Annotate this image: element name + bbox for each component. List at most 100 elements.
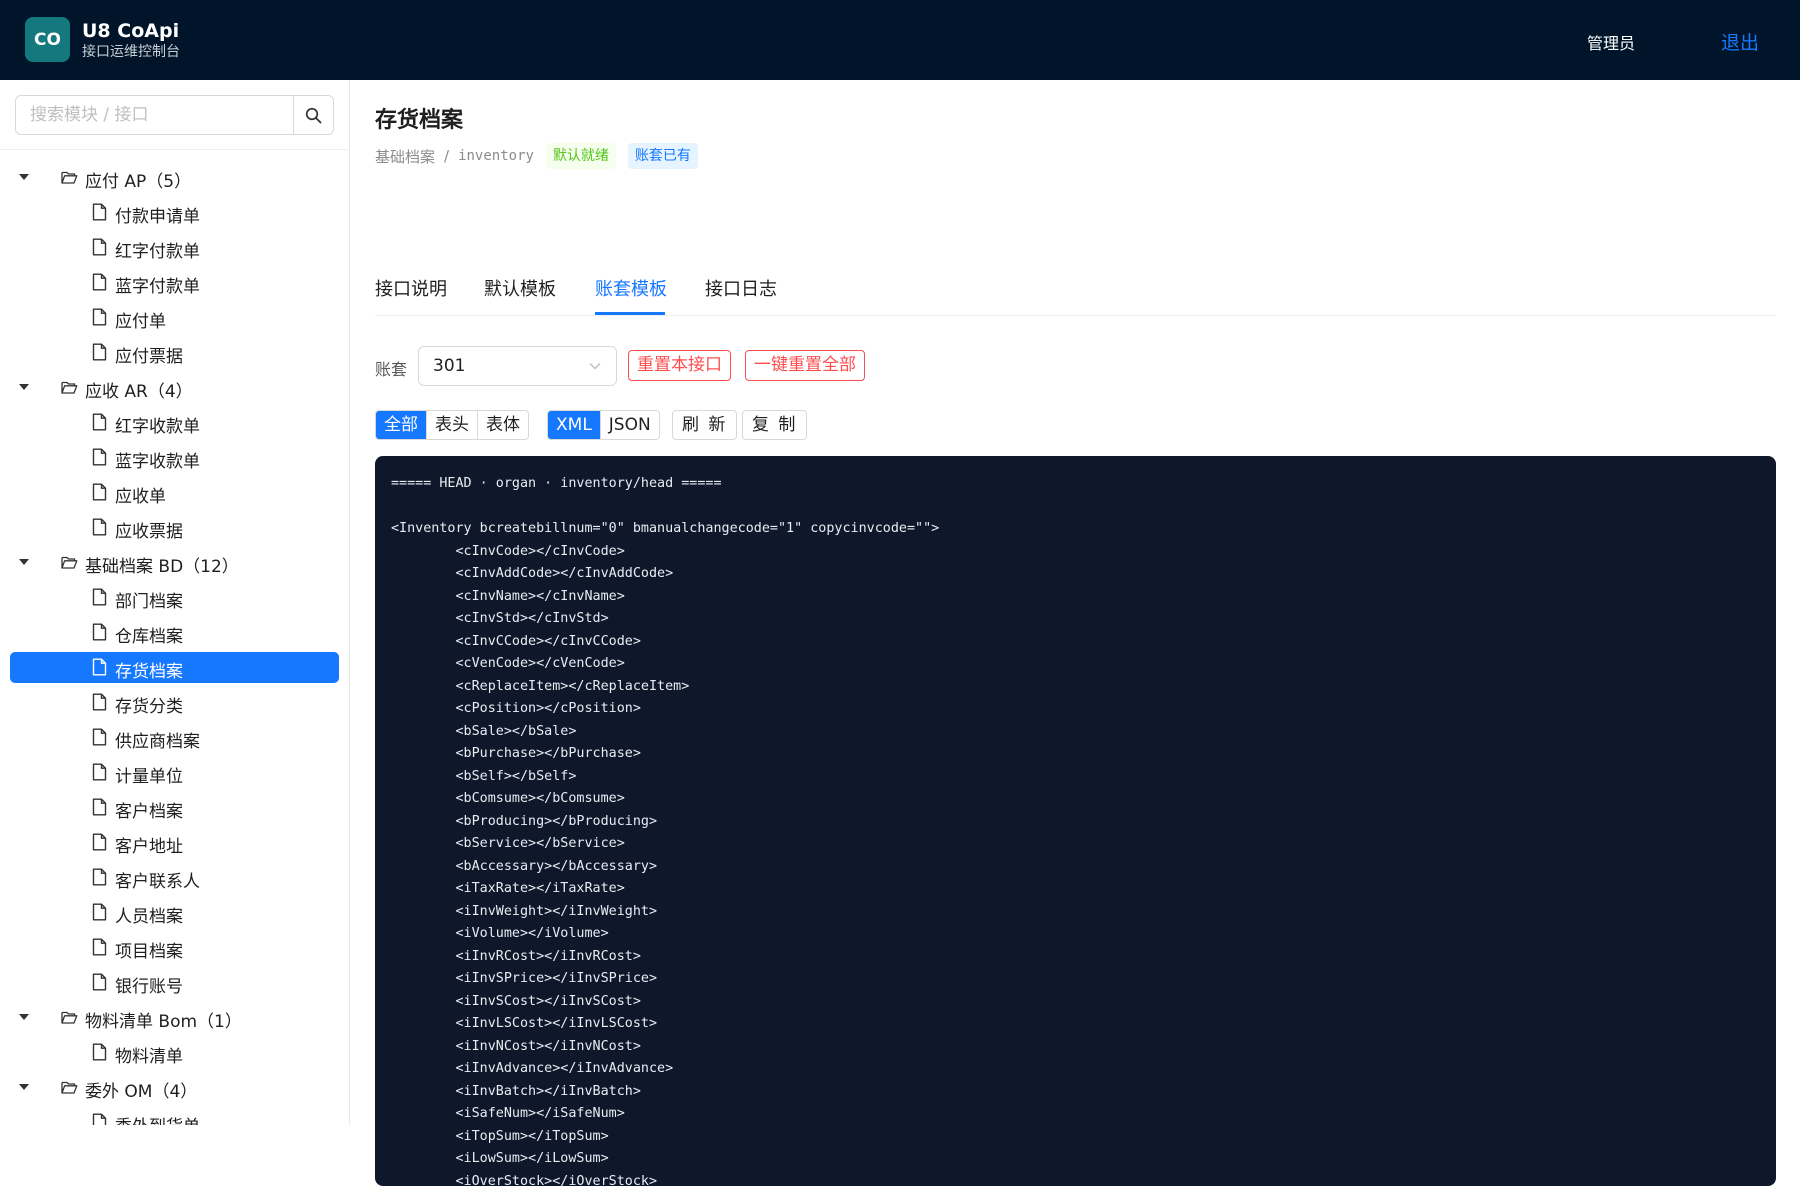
tree-label: 银行账号 [115, 977, 183, 997]
tree-item[interactable]: 项目档案 [0, 930, 349, 965]
tree-label: 部门档案 [115, 592, 183, 612]
tree-item[interactable]: 人员档案 [0, 895, 349, 930]
account-label: 账套 [375, 360, 408, 379]
account-select-value: 301 [433, 356, 466, 376]
logout-link[interactable]: 退出 [1721, 28, 1759, 55]
tree-item[interactable]: 银行账号 [0, 965, 349, 1000]
format-xml[interactable]: XML [548, 411, 600, 439]
tree-item[interactable]: 计量单位 [0, 755, 349, 790]
tree-item[interactable]: 付款申请单 [0, 195, 349, 230]
search-box [15, 95, 334, 135]
tree-item[interactable]: 仓库档案 [0, 615, 349, 650]
file-icon [92, 1113, 107, 1125]
file-icon [92, 238, 107, 261]
account-select[interactable]: 301 [418, 346, 617, 386]
format-json[interactable]: JSON [599, 411, 659, 439]
tree-label: 客户联系人 [115, 872, 200, 892]
tree-item[interactable]: 红字付款单 [0, 230, 349, 265]
reset-interface-button[interactable]: 重置本接口 [628, 350, 731, 381]
tab-account-template[interactable]: 账套模板 [595, 275, 667, 301]
file-icon [92, 833, 107, 856]
tree-item[interactable]: 客户档案 [0, 790, 349, 825]
copy-button[interactable]: 复 制 [742, 410, 808, 440]
tree-item[interactable]: 存货档案 [0, 650, 349, 685]
reset-all-button[interactable]: 一键重置全部 [745, 350, 865, 381]
top-header: CO U8 CoApi 接口运维控制台 管理员 退出 [0, 0, 1800, 80]
tree-label: 仓库档案 [115, 627, 183, 647]
tree-item[interactable]: 蓝字付款单 [0, 265, 349, 300]
caret-down-icon[interactable] [19, 1014, 29, 1020]
breadcrumb-separator: / [444, 147, 450, 165]
tab-default-template[interactable]: 默认模板 [484, 275, 556, 301]
tree-item[interactable]: 委外到货单 [0, 1105, 349, 1125]
file-icon [92, 658, 107, 681]
file-icon [92, 588, 107, 611]
tree-label: 物料清单 [115, 1047, 183, 1067]
tree-item[interactable]: 部门档案 [0, 580, 349, 615]
tab-divider [375, 315, 1776, 316]
caret-down-icon[interactable] [19, 559, 29, 565]
tree-group[interactable]: 应收 AR（4） [0, 370, 349, 405]
tree-label: 人员档案 [115, 907, 183, 927]
page-title: 存货档案 [375, 108, 464, 133]
search-input[interactable] [16, 96, 293, 134]
tree-item[interactable]: 应付票据 [0, 335, 349, 370]
tree-label: 物料清单 Bom（1） [85, 1012, 242, 1032]
caret-down-icon[interactable] [19, 384, 29, 390]
tree-item[interactable]: 应收票据 [0, 510, 349, 545]
tree-label: 客户档案 [115, 802, 183, 822]
scope-head[interactable]: 表头 [426, 411, 477, 439]
tree-item[interactable]: 客户地址 [0, 825, 349, 860]
tree-label: 付款申请单 [115, 207, 200, 227]
tree-item[interactable]: 应收单 [0, 475, 349, 510]
tree-item[interactable]: 蓝字收款单 [0, 440, 349, 475]
tree-item[interactable]: 红字收款单 [0, 405, 349, 440]
caret-down-icon[interactable] [19, 1084, 29, 1090]
folder-open-icon [61, 380, 78, 400]
folder-open-icon [61, 1010, 78, 1030]
tree-item[interactable]: 物料清单 [0, 1035, 349, 1070]
tree-label: 应付票据 [115, 347, 183, 367]
file-icon [92, 273, 107, 296]
breadcrumb-code: inventory [458, 148, 534, 164]
tree-label: 蓝字收款单 [115, 452, 200, 472]
file-icon [92, 623, 107, 646]
tree-group[interactable]: 物料清单 Bom（1） [0, 1000, 349, 1035]
tree-item[interactable]: 应付单 [0, 300, 349, 335]
format-segmented: XML JSON [547, 410, 660, 440]
breadcrumb-module[interactable]: 基础档案 [375, 146, 435, 167]
tree-group[interactable]: 委外 OM（4） [0, 1070, 349, 1105]
refresh-button[interactable]: 刷 新 [672, 410, 738, 440]
file-icon [92, 483, 107, 506]
tree-label: 供应商档案 [115, 732, 200, 752]
file-icon [92, 973, 107, 996]
chevron-down-icon [589, 362, 601, 370]
sidebar-divider [0, 149, 349, 150]
folder-open-icon [61, 555, 78, 575]
tree-label: 应收单 [115, 487, 166, 507]
folder-open-icon [61, 170, 78, 190]
breadcrumb: 基础档案 / inventory 默认就绪 账套已有 [375, 142, 698, 170]
tree-label: 委外到货单 [115, 1112, 200, 1125]
tab-logs[interactable]: 接口日志 [705, 275, 777, 301]
tree-item[interactable]: 客户联系人 [0, 860, 349, 895]
code-content: ===== HEAD · organ · inventory/head ====… [391, 476, 940, 1186]
code-preview[interactable]: ===== HEAD · organ · inventory/head ====… [375, 456, 1776, 1186]
file-icon [92, 798, 107, 821]
scope-all[interactable]: 全部 [376, 411, 426, 439]
file-icon [92, 728, 107, 751]
tree-item[interactable]: 供应商档案 [0, 720, 349, 755]
tree-label: 项目档案 [115, 942, 183, 962]
search-button[interactable] [293, 96, 333, 134]
tab-description[interactable]: 接口说明 [375, 275, 447, 301]
tree-label: 存货分类 [115, 697, 183, 717]
tree-group[interactable]: 应付 AP（5） [0, 160, 349, 195]
scope-body[interactable]: 表体 [477, 411, 528, 439]
tree-item[interactable]: 存货分类 [0, 685, 349, 720]
tree-group[interactable]: 基础档案 BD（12） [0, 545, 349, 580]
file-icon [92, 693, 107, 716]
app-subtitle: 接口运维控制台 [82, 44, 180, 60]
caret-down-icon[interactable] [19, 174, 29, 180]
search-icon [305, 107, 322, 123]
file-icon [92, 1043, 107, 1066]
